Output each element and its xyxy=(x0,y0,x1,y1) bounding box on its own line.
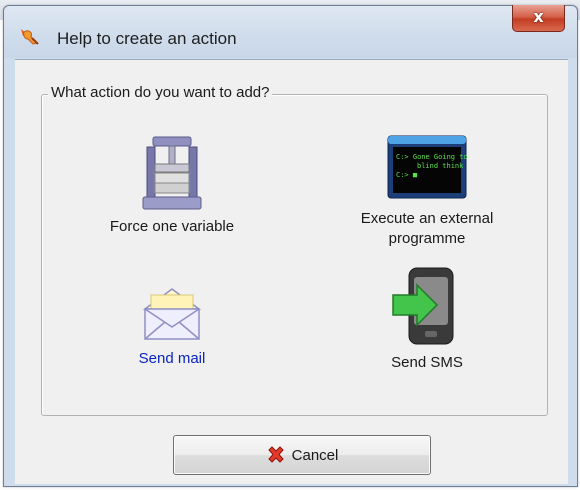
action-force-variable[interactable]: Force one variable xyxy=(92,135,252,237)
group-legend: What action do you want to add? xyxy=(48,84,273,101)
action-label: Force one variable xyxy=(109,218,235,235)
app-icon xyxy=(21,29,39,45)
red-x-icon xyxy=(267,446,284,463)
action-label: Send mail xyxy=(138,350,206,367)
dialog-body: What action do you want to add? Force on… xyxy=(15,59,568,484)
dialog-title: Help to create an action xyxy=(57,29,237,48)
action-label: Send SMS xyxy=(391,354,463,371)
action-groupbox: What action do you want to add? Force on… xyxy=(41,84,548,416)
terminal-line: blind think xyxy=(417,162,464,170)
terminal-line: C:> Gone Going to xyxy=(396,153,467,161)
action-send-sms[interactable]: Send SMS xyxy=(347,265,507,373)
dialog-window: Help to create an action x What action d… xyxy=(3,5,578,487)
press-icon xyxy=(142,136,202,210)
title-bar[interactable]: Help to create an action x xyxy=(4,5,577,58)
phone-arrow-icon xyxy=(392,267,454,345)
close-icon: x xyxy=(533,7,544,26)
action-execute-programme[interactable]: C:> Gone Going to blind think C:> ■ Exec… xyxy=(347,135,507,249)
cancel-button[interactable]: Cancel xyxy=(173,435,431,475)
close-button[interactable]: x xyxy=(512,5,565,32)
cancel-label: Cancel xyxy=(291,446,339,464)
terminal-line: C:> ■ xyxy=(396,171,418,179)
envelope-icon xyxy=(142,288,202,340)
action-label: Execute an external programme xyxy=(360,210,494,247)
terminal-icon: C:> Gone Going to blind think C:> ■ xyxy=(387,135,467,199)
action-send-mail[interactable]: Send mail xyxy=(92,281,252,369)
